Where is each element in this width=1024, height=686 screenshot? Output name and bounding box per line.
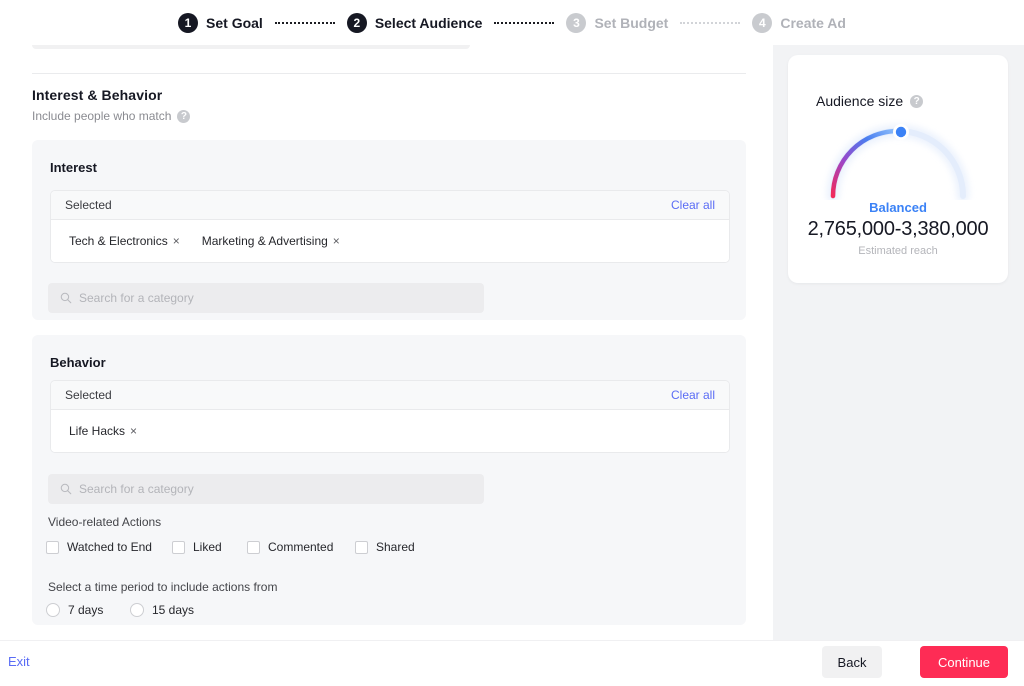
gauge-halo [826,124,970,203]
clipped-field-above[interactable] [32,45,470,49]
radio-circle-icon[interactable] [130,603,144,617]
behavior-tag-area: Life Hacks × [51,410,729,452]
gauge-marker-dot [895,126,907,138]
interest-selected-label: Selected [65,198,112,212]
time-period-label: Select a time period to include actions … [48,580,278,594]
page-title: Interest & Behavior [32,87,163,103]
audience-status-badge: Balanced [869,200,927,215]
behavior-card-title: Behavior [50,355,106,370]
interest-card-title: Interest [50,160,97,175]
wizard-stepper: 1 Set Goal 2 Select Audience 3 Set Budge… [0,0,1024,45]
interest-card: Interest Selected Clear all Tech & Elect… [32,140,746,320]
audience-size-title-text: Audience size [816,93,904,109]
step-set-budget[interactable]: 3 Set Budget [566,12,669,33]
audience-sidebar: Audience size ? Balanced 2,765,000-3,380… [773,45,1024,640]
step-3-number: 3 [566,12,587,33]
continue-button[interactable]: Continue [920,646,1008,678]
behavior-clear-all-button[interactable]: Clear all [671,388,715,402]
interest-tag-remove-icon[interactable]: × [173,234,180,248]
main-column: Interest & Behavior Include people who m… [0,45,773,640]
section-subtitle-text: Include people who match [32,109,172,123]
interest-tag-label: Marketing & Advertising [201,234,328,248]
content-area: Interest & Behavior Include people who m… [0,45,1024,640]
interest-search-input[interactable]: Search for a category [48,283,484,313]
step-create-ad[interactable]: 4 Create Ad [752,12,846,33]
checkbox-label: Watched to End [67,540,152,554]
step-connector-3 [680,21,741,24]
audience-size-title: Audience size ? [816,93,924,109]
checkbox-label: Liked [193,540,222,554]
interest-clear-all-button[interactable]: Clear all [671,198,715,212]
video-actions-group: Watched to End Liked Commented Shared [46,540,415,554]
audience-gauge [819,118,977,203]
section-subtitle: Include people who match ? [32,109,191,123]
back-button[interactable]: Back [822,646,882,678]
exit-link[interactable]: Exit [8,654,30,669]
step-4-label: Create Ad [780,14,846,31]
search-icon [60,483,72,495]
checkbox-box-icon[interactable] [355,540,368,554]
behavior-search-placeholder: Search for a category [79,482,194,496]
checkbox-box-icon[interactable] [172,540,185,554]
audience-size-card: Audience size ? Balanced 2,765,000-3,380… [788,55,1008,283]
step-connector-2 [494,21,555,24]
radio-label: 15 days [152,603,195,617]
step-1-label: Set Goal [206,14,263,31]
audience-gauge-svg [826,124,970,203]
behavior-selected-label: Selected [65,388,112,402]
interest-tag[interactable]: Tech & Electronics × [69,234,180,248]
time-period-group: 7 days 15 days [46,603,194,617]
help-circle-icon[interactable]: ? [910,94,924,108]
behavior-search-input[interactable]: Search for a category [48,474,484,504]
section-divider [32,73,746,74]
checkbox-label: Shared [376,540,415,554]
behavior-card: Behavior Selected Clear all Life Hacks × [32,335,746,625]
step-2-label: Select Audience [374,14,483,31]
checkbox-box-icon[interactable] [247,540,260,554]
interest-selected-box: Selected Clear all Tech & Electronics × … [50,190,730,263]
checkbox-commented[interactable]: Commented [247,540,355,554]
behavior-tag-remove-icon[interactable]: × [130,424,137,438]
interest-search-placeholder: Search for a category [79,291,194,305]
step-connector-1 [274,21,335,24]
behavior-selected-header: Selected Clear all [51,381,729,410]
radio-label: 7 days [68,603,104,617]
step-select-audience[interactable]: 2 Select Audience [346,12,483,33]
search-icon [60,292,72,304]
step-4-number: 4 [752,12,773,33]
footer-bar: Exit Back Continue [0,640,1024,686]
radio-circle-icon[interactable] [46,603,60,617]
audience-estimated-value: 2,765,000-3,380,000 [807,218,989,240]
help-circle-icon[interactable]: ? [177,109,191,123]
checkbox-box-icon[interactable] [46,540,59,554]
step-1-number: 1 [178,12,199,33]
audience-estimated-caption: Estimated reach [858,245,938,257]
step-3-label: Set Budget [594,14,669,31]
behavior-tag-label: Life Hacks [69,424,126,438]
behavior-tag[interactable]: Life Hacks × [69,424,137,438]
checkbox-liked[interactable]: Liked [172,540,247,554]
behavior-selected-box: Selected Clear all Life Hacks × [50,380,730,453]
interest-tag-label: Tech & Electronics [69,234,168,248]
checkbox-label: Commented [268,540,334,554]
checkbox-shared[interactable]: Shared [355,540,415,554]
gauge-progress [830,128,901,199]
step-2-number: 2 [346,12,367,33]
interest-tag-area: Tech & Electronics × Marketing & Adverti… [51,220,729,262]
gauge-track [830,128,966,199]
interest-selected-header: Selected Clear all [51,191,729,220]
radio-7-days[interactable]: 7 days [46,603,130,617]
checkbox-watched-to-end[interactable]: Watched to End [46,540,172,554]
video-actions-label: Video-related Actions [48,515,162,529]
radio-15-days[interactable]: 15 days [130,603,194,617]
interest-tag-remove-icon[interactable]: × [333,234,340,248]
interest-tag[interactable]: Marketing & Advertising × [202,234,340,248]
step-set-goal[interactable]: 1 Set Goal [178,12,263,33]
